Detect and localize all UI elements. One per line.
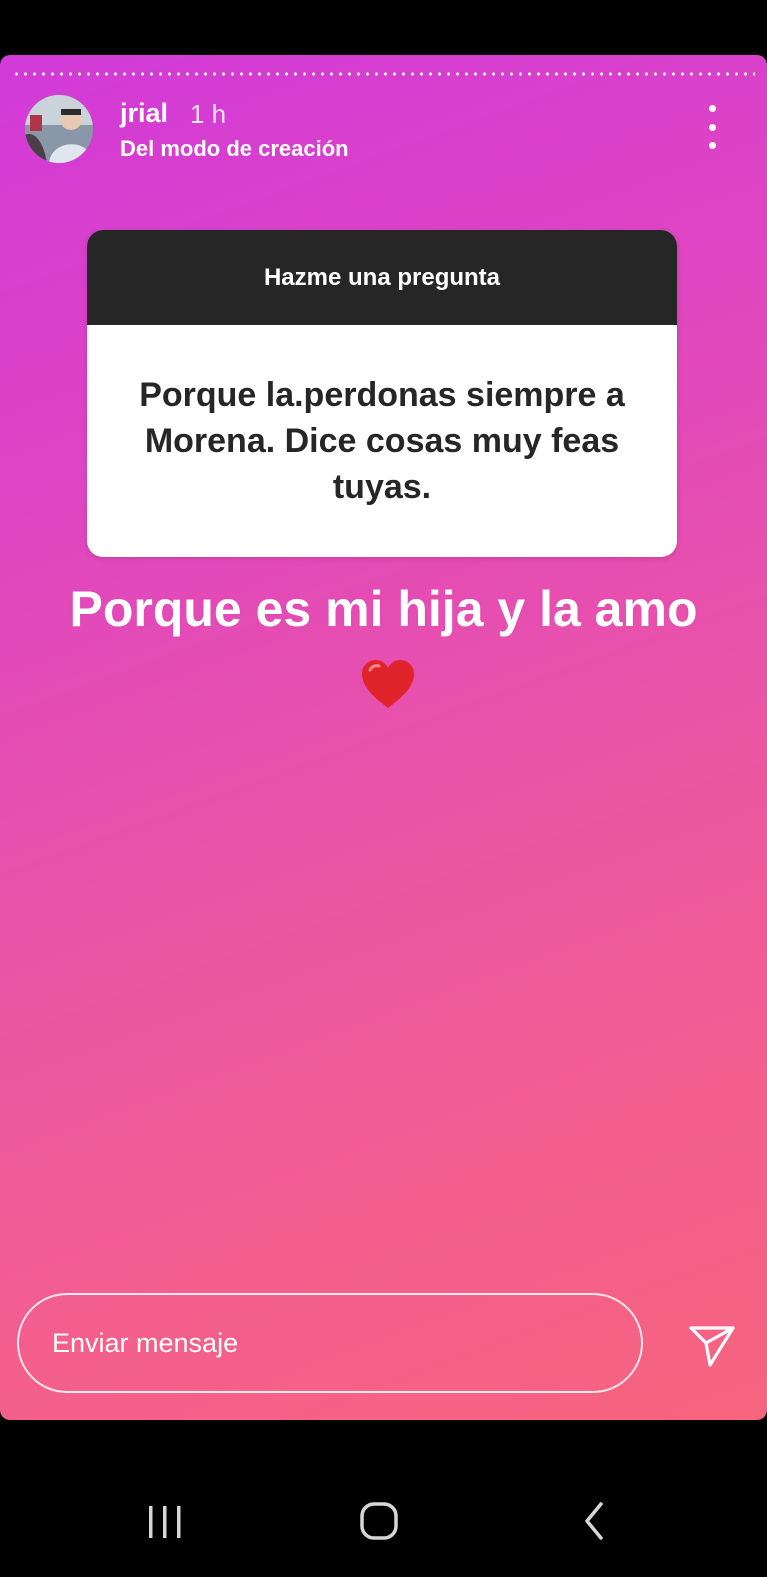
- story-subtitle[interactable]: Del modo de creación: [120, 135, 349, 163]
- red-heart-icon: [361, 660, 414, 708]
- phone-screen: jrial 1 h Del modo de creación Hazme una…: [0, 0, 767, 1577]
- story-view[interactable]: jrial 1 h Del modo de creación Hazme una…: [0, 55, 767, 1420]
- question-sticker-header: Hazme una pregunta: [87, 230, 677, 325]
- more-vertical-icon-dot: [708, 105, 716, 112]
- question-sticker: Hazme una pregunta Porque la.perdonas si…: [87, 230, 677, 557]
- send-icon[interactable]: [688, 1325, 736, 1367]
- android-navigation-bar: [0, 1420, 767, 1577]
- send-message-placeholder: Enviar mensaje: [52, 1327, 239, 1358]
- recents-icon[interactable]: [135, 1498, 195, 1548]
- answer-text: Porque es mi hija y la amo: [69, 581, 698, 637]
- more-vertical-icon-dot: [708, 142, 716, 149]
- avatar-photo: [25, 95, 93, 163]
- story-time-ago: 1 h: [190, 99, 227, 129]
- question-text: Porque la.perdonas siempre a Morena. Dic…: [139, 376, 625, 506]
- back-icon[interactable]: [565, 1498, 625, 1548]
- answer-caption: Porque es mi hija y la amo: [40, 570, 727, 726]
- profile-avatar[interactable]: [25, 95, 93, 163]
- home-icon[interactable]: [349, 1498, 409, 1548]
- more-options-button[interactable]: [698, 105, 726, 149]
- story-progress-bar: [12, 72, 755, 76]
- send-message-input[interactable]: Enviar mensaje: [17, 1293, 643, 1393]
- more-vertical-icon-dot: [708, 123, 716, 131]
- story-username[interactable]: jrial: [120, 97, 168, 129]
